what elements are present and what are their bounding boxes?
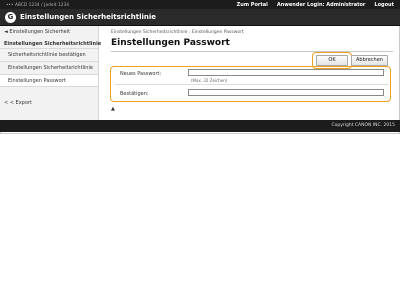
- logout-link[interactable]: Logout: [374, 2, 394, 8]
- confirm-password-field[interactable]: [188, 89, 384, 96]
- device-name: ••• ABCD 1234 / Jadeit 1234: [6, 2, 70, 7]
- sidebar-item-password-settings[interactable]: Einstellungen Passwort: [0, 74, 98, 87]
- copyright-text: Copyright CANON INC. 2015: [331, 123, 396, 128]
- sidebar-section-title: Einstellungen Sicherheitsrichtlinie: [4, 41, 102, 47]
- breadcrumb: Einstellungen Sicherheitsrichtlinie : Ei…: [111, 30, 244, 35]
- title-divider: [111, 51, 393, 52]
- form-divider: [115, 84, 388, 85]
- page-top-icon[interactable]: ▲: [111, 106, 115, 112]
- sidebar-item-policy-settings[interactable]: Einstellungen Sicherheitsrichtlinie: [0, 61, 98, 74]
- sidebar-back-link[interactable]: ◄ Einstellungen Sicherheit: [4, 29, 70, 35]
- page-header: G Einstellungen Sicherheitsrichtlinie: [0, 9, 400, 26]
- footer: Copyright CANON INC. 2015: [0, 120, 400, 132]
- main-content: Einstellungen Sicherheitsrichtlinie : Ei…: [100, 26, 398, 120]
- top-links: Zum Portal Anwender Login: Administrator…: [237, 2, 394, 8]
- portal-link[interactable]: Zum Portal: [237, 2, 268, 8]
- top-bar: ••• ABCD 1234 / Jadeit 1234 Zum Portal A…: [0, 0, 400, 9]
- ok-button[interactable]: OK: [316, 55, 348, 66]
- new-password-hint: (Max. 32 Zeichen): [191, 78, 228, 83]
- new-password-field[interactable]: [188, 69, 384, 76]
- sidebar-item-confirm-policy[interactable]: Sicherheitsrichtlinie bestätigen: [0, 48, 98, 61]
- user-login-info: Anwender Login: Administrator: [276, 1, 366, 8]
- new-password-label: Neues Passwort:: [120, 71, 162, 77]
- header-title: Einstellungen Sicherheitsrichtlinie: [20, 13, 157, 21]
- confirm-password-label: Bestätigen:: [120, 91, 149, 97]
- settings-logo-icon: G: [5, 12, 16, 23]
- cancel-button[interactable]: Abbrechen: [351, 55, 388, 66]
- sidebar-export-link[interactable]: < < Export: [4, 100, 32, 106]
- page-title: Einstellungen Passwort: [111, 38, 230, 48]
- sidebar: ◄ Einstellungen Sicherheit Einstellungen…: [0, 26, 102, 120]
